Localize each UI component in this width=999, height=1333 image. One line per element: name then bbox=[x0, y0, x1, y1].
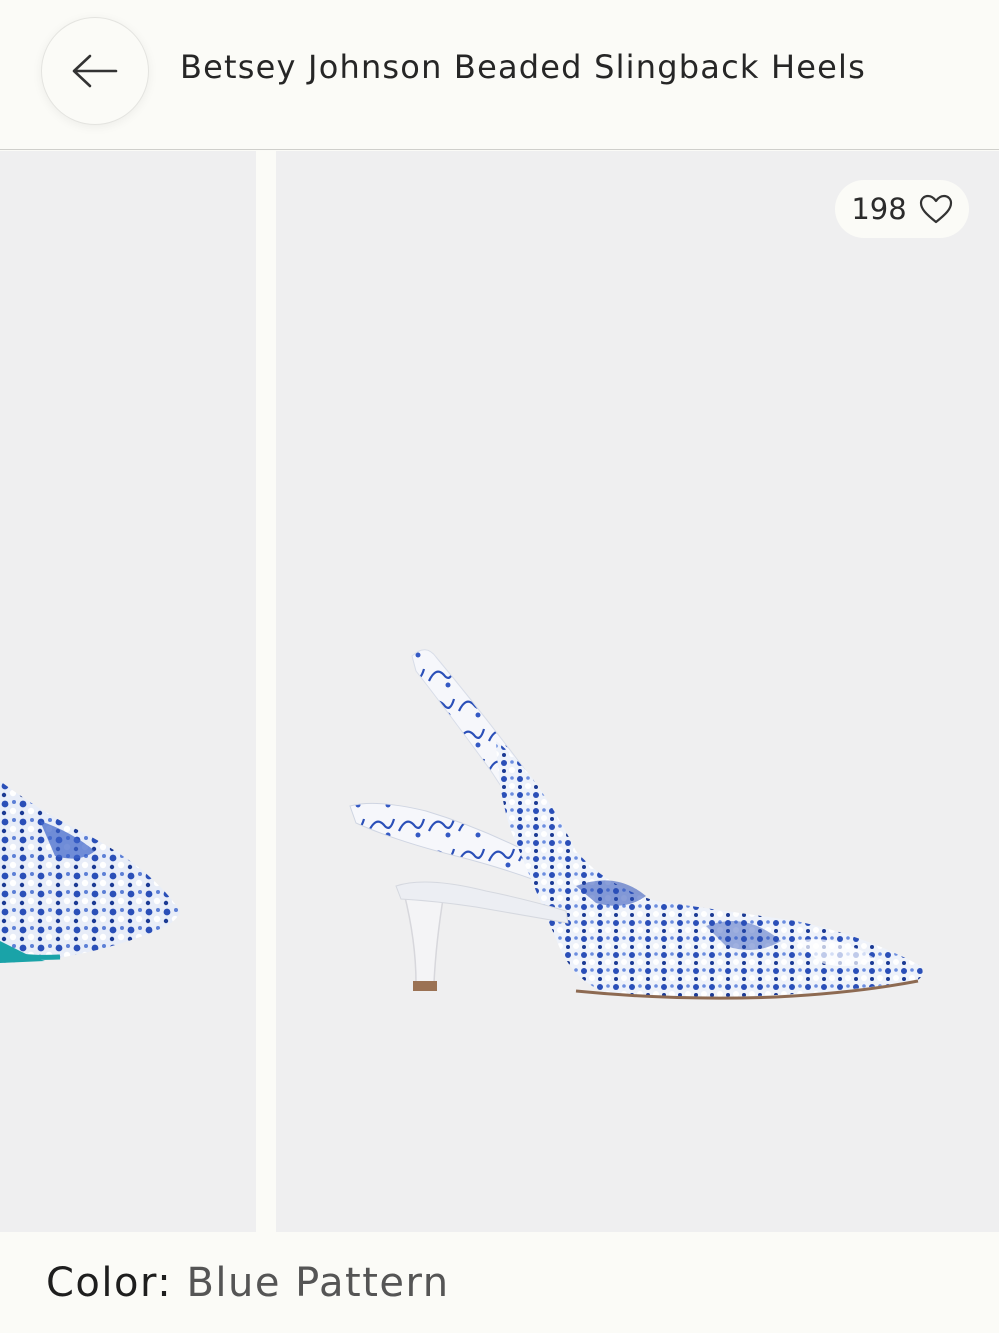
color-info: Color: Blue Pattern bbox=[46, 1260, 450, 1306]
page-title: Betsey Johnson Beaded Slingback Heels bbox=[180, 48, 866, 86]
shoe-toe-image bbox=[0, 781, 180, 963]
header-bar: Betsey Johnson Beaded Slingback Heels bbox=[0, 0, 999, 150]
arrow-left-icon bbox=[72, 54, 118, 88]
color-label: Color: bbox=[46, 1260, 173, 1306]
back-button[interactable] bbox=[41, 17, 149, 125]
product-image-carousel[interactable]: 198 bbox=[0, 151, 999, 1232]
color-value: Blue Pattern bbox=[186, 1260, 450, 1306]
shoe-slingback-image bbox=[349, 649, 923, 1000]
product-details-footer: Color: Blue Pattern bbox=[0, 1232, 999, 1333]
product-image-main[interactable]: 198 bbox=[276, 151, 999, 1232]
product-image-previous[interactable] bbox=[0, 151, 256, 1232]
